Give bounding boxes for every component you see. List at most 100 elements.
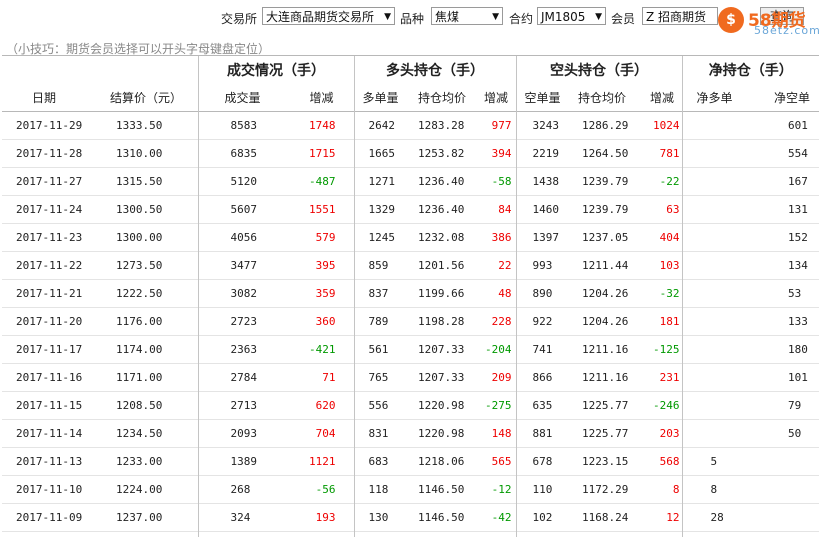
cell-settle: 1273.50 xyxy=(90,252,198,280)
cell-long-avg: 1218.06 xyxy=(410,448,480,476)
cell-short-qty: 866 xyxy=(516,364,572,392)
positions-table: 成交情况（手） 多头持仓（手） 空头持仓（手） 净持仓（手） 日期 结算价（元）… xyxy=(2,56,819,537)
cell-date: 2017-11-16 xyxy=(2,364,90,392)
cell-short-change: 63 xyxy=(648,196,682,224)
cell-net-short: 53 xyxy=(754,280,819,308)
cell-net-long: 8 xyxy=(682,476,754,504)
cell-short-change xyxy=(648,532,682,537)
col-header-volume: 成交量 xyxy=(198,84,274,112)
cell-long-avg: 1146.50 xyxy=(410,532,480,537)
exchange-select-value: 大连商品期货交易所 xyxy=(266,10,374,24)
cell-volume: 324 xyxy=(198,504,274,532)
cell-long-avg: 1283.28 xyxy=(410,112,480,140)
cell-long-avg: 1220.98 xyxy=(410,420,480,448)
cell-volume-change: -204 xyxy=(274,532,354,537)
cell-long-qty: 1329 xyxy=(354,196,410,224)
member-select[interactable]: Z 招商期货 xyxy=(642,7,718,25)
cell-date: 2017-11-09 xyxy=(2,504,90,532)
cell-short-avg: 1225.77 xyxy=(572,392,648,420)
cell-long-change: 228 xyxy=(480,308,516,336)
table-row: 2017-11-141234.5020937048311220.98148881… xyxy=(2,420,819,448)
cell-net-long xyxy=(682,336,754,364)
cell-long-change: 22 xyxy=(480,252,516,280)
cell-volume-change: 1715 xyxy=(274,140,354,168)
cell-short-change: 103 xyxy=(648,252,682,280)
group-header-net: 净持仓（手） xyxy=(682,56,819,84)
table-row: 2017-11-171174.002363-4215611207.33-2047… xyxy=(2,336,819,364)
variety-select[interactable]: 焦煤 ▼ xyxy=(431,7,503,25)
cell-settle: 1174.00 xyxy=(90,336,198,364)
cell-long-change: 394 xyxy=(480,140,516,168)
cell-short-qty: 635 xyxy=(516,392,572,420)
group-header-row: 成交情况（手） 多头持仓（手） 空头持仓（手） 净持仓（手） xyxy=(2,56,819,84)
cell-short-change: 404 xyxy=(648,224,682,252)
cell-net-short xyxy=(754,504,819,532)
cell-volume: 1389 xyxy=(198,448,274,476)
cell-net-short: 133 xyxy=(754,308,819,336)
chevron-down-icon: ▼ xyxy=(384,8,391,25)
cell-volume-change: 1748 xyxy=(274,112,354,140)
cell-short-avg: 1211.16 xyxy=(572,364,648,392)
exchange-label: 交易所 xyxy=(221,10,257,27)
col-header-volume-change: 增减 xyxy=(274,84,354,112)
col-header-short-change: 增减 xyxy=(648,84,682,112)
table-row: 2017-11-151208.5027136205561220.98-27563… xyxy=(2,392,819,420)
cell-long-qty: 837 xyxy=(354,280,410,308)
cell-short-change: 568 xyxy=(648,448,682,476)
cell-long-avg: 1236.40 xyxy=(410,196,480,224)
cell-net-short xyxy=(754,532,819,537)
cell-date: 2017-11-14 xyxy=(2,420,90,448)
cell-long-qty: 859 xyxy=(354,252,410,280)
logo-icon: $ xyxy=(718,7,744,33)
cell-volume: 2363 xyxy=(198,336,274,364)
col-header-long-qty: 多单量 xyxy=(354,84,410,112)
cell-net-long xyxy=(682,308,754,336)
cell-short-change: -246 xyxy=(648,392,682,420)
cell-short-change: 12 xyxy=(648,504,682,532)
filter-bar: 交易所 大连商品期货交易所 ▼ 品种 焦煤 ▼ 合约 JM1805 ▼ 会员 Z… xyxy=(0,0,825,36)
cell-net-long xyxy=(682,280,754,308)
cell-date: 2017-11-23 xyxy=(2,224,90,252)
cell-short-qty: 90 xyxy=(516,532,572,537)
cell-short-avg: 1239.79 xyxy=(572,168,648,196)
table-row: 2017-11-281310.006835171516651253.823942… xyxy=(2,140,819,168)
cell-long-qty: 172 xyxy=(354,532,410,537)
table-row: 2017-11-101224.00268-561181146.50-121101… xyxy=(2,476,819,504)
cell-short-qty: 741 xyxy=(516,336,572,364)
cell-long-qty: 1665 xyxy=(354,140,410,168)
col-header-settle: 结算价（元） xyxy=(90,84,198,112)
cell-settle: 1333.50 xyxy=(90,112,198,140)
cell-volume: 6835 xyxy=(198,140,274,168)
cell-net-long xyxy=(682,392,754,420)
variety-label: 品种 xyxy=(400,10,424,27)
cell-net-short: 79 xyxy=(754,392,819,420)
variety-select-value: 焦煤 xyxy=(435,10,459,24)
exchange-select[interactable]: 大连商品期货交易所 ▼ xyxy=(262,7,395,25)
cell-short-change: 8 xyxy=(648,476,682,504)
cell-date: 2017-11-10 xyxy=(2,476,90,504)
cell-net-long xyxy=(682,168,754,196)
cell-volume: 2093 xyxy=(198,420,274,448)
table-row: 2017-11-231300.00405657912451232.0838613… xyxy=(2,224,819,252)
group-header-volume: 成交情况（手） xyxy=(198,56,354,84)
col-header-short-qty: 空单量 xyxy=(516,84,572,112)
logo-url: 58etz.com xyxy=(754,24,821,37)
site-logo[interactable]: $ 58期货 58etz.com xyxy=(718,5,822,39)
contract-select[interactable]: JM1805 ▼ xyxy=(537,7,606,25)
cell-long-qty: 1271 xyxy=(354,168,410,196)
chevron-down-icon: ▼ xyxy=(492,8,499,25)
cell-short-change: 181 xyxy=(648,308,682,336)
cell-short-avg: 1286.29 xyxy=(572,112,648,140)
cell-long-change: 48 xyxy=(480,280,516,308)
column-header-row: 日期 结算价（元） 成交量 增减 多单量 持仓均价 增减 空单量 持仓均价 增减… xyxy=(2,84,819,112)
cell-date: 2017-11-22 xyxy=(2,252,90,280)
cell-short-change: -22 xyxy=(648,168,682,196)
cell-long-avg: 1253.82 xyxy=(410,140,480,168)
cell-long-qty: 556 xyxy=(354,392,410,420)
cell-long-qty: 1245 xyxy=(354,224,410,252)
cell-settle: 1208.50 xyxy=(90,392,198,420)
cell-volume-change: 71 xyxy=(274,364,354,392)
cell-short-qty: 678 xyxy=(516,448,572,476)
cell-net-short: 601 xyxy=(754,112,819,140)
cell-long-avg: 1146.50 xyxy=(410,476,480,504)
